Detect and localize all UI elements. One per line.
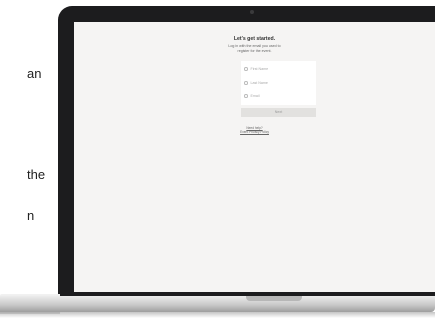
field-placeholder: Email [250,94,260,98]
page-subtitle: register for the event. [237,48,272,53]
email-field[interactable]: Email [244,92,260,100]
page-title: Let's get started. [233,36,276,42]
field-placeholder: Last Name [250,81,268,85]
radio-icon [244,94,248,98]
laptop-screen: Let's get started. Log in with the email… [74,22,435,292]
side-text-fragment: n [27,208,35,223]
next-button[interactable]: Next [241,108,316,117]
side-text-fragment: the [27,167,46,182]
laptop-notch [246,296,302,301]
camera-icon [250,10,254,14]
laptop-base [0,296,435,312]
side-text-fragment: an [27,66,42,81]
login-form: First Name Last Name Email [241,61,316,105]
field-placeholder: First Name [250,67,269,71]
radio-icon [244,81,248,85]
first-name-field[interactable]: First Name [244,65,268,73]
privacy-policy-link[interactable]: Event Privacy Policy [74,130,435,134]
laptop-shadow [0,312,435,318]
radio-icon [244,67,248,71]
last-name-field[interactable]: Last Name [244,79,268,87]
